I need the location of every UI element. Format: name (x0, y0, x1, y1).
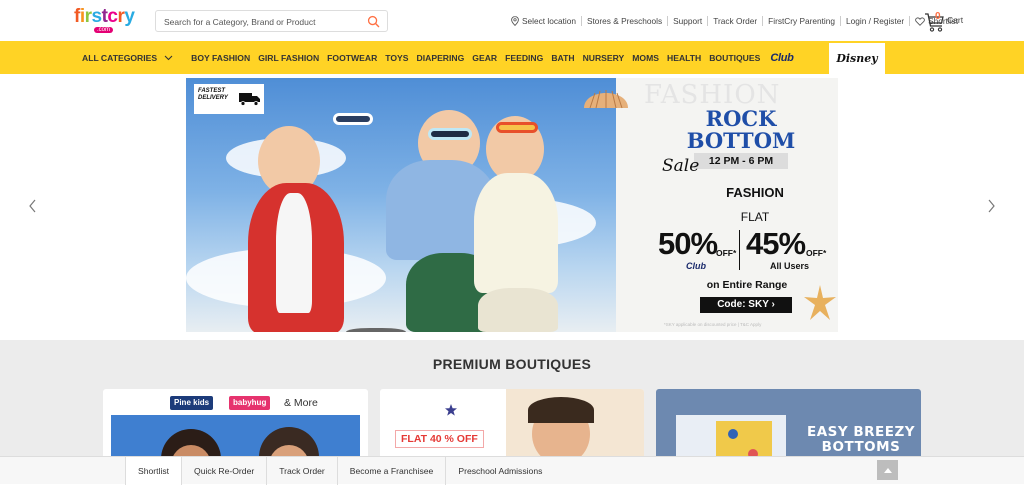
club-discount: 50% (658, 226, 718, 261)
starfish-icon (804, 285, 836, 320)
logo-wordmark: firstcry (74, 6, 135, 27)
firstcry-logo[interactable]: firstcry .com (74, 6, 135, 37)
nav-boutiques[interactable]: BOUTIQUES (709, 53, 760, 63)
nav-diapering[interactable]: DIAPERING (417, 53, 465, 63)
select-location-link[interactable]: Select location (506, 16, 582, 26)
delivery-truck-icon (239, 93, 260, 106)
offer-panel: FASHION ROCK BOTTOM 12 PM - 6 PM Sale FA… (584, 78, 838, 332)
fastest-delivery-text: FASTEST DELIVERY (198, 88, 228, 101)
sale-title-line1: ROCK (705, 106, 777, 131)
nav-club-logo[interactable]: Club (770, 52, 794, 64)
chevron-down-icon (164, 55, 173, 60)
nav-girl-fashion[interactable]: GIRL FASHION (258, 53, 319, 63)
offer-divider (739, 230, 740, 270)
stores-preschools-link[interactable]: Stores & Preschools (582, 16, 669, 26)
top-header: firstcry .com Select location Stores & P… (0, 0, 1024, 41)
nav-toys[interactable]: TOYS (385, 53, 408, 63)
brand-more: & More (284, 397, 318, 409)
search-box (155, 10, 388, 32)
login-register-link[interactable]: Login / Register (841, 16, 911, 26)
seashell-icon (584, 90, 628, 109)
fine-print: *SKY applicable on discounted price | T&… (664, 322, 762, 327)
logo-letter: r (84, 6, 92, 27)
sale-word: Sale (662, 156, 700, 176)
all-users-discount: 45% (746, 226, 806, 261)
sale-title-line2: BOTTOM (686, 128, 796, 153)
nav-nursery[interactable]: NURSERY (583, 53, 625, 63)
support-link[interactable]: Support (668, 16, 709, 26)
bottom-tab-franchisee[interactable]: Become a Franchisee (338, 457, 447, 485)
card3-headline-line1: EASY BREEZY (806, 424, 916, 440)
brand-tag-babyhug: babyhug (229, 396, 271, 410)
offer-category: FASHION (726, 185, 784, 200)
nav-gear[interactable]: GEAR (472, 53, 497, 63)
hero-banner[interactable]: FASTEST DELIVERY FASHION ROCK BOTTOM 12 … (186, 78, 838, 332)
bottom-tab-track-order[interactable]: Track Order (267, 457, 338, 485)
bottom-tab-shortlist[interactable]: Shortlist (125, 457, 183, 485)
logo-letter: y (124, 6, 135, 27)
select-location-label: Select location (522, 16, 576, 26)
nav-all-categories-label: ALL CATEGORIES (82, 52, 158, 63)
section-title: PREMIUM BOUTIQUES (432, 356, 592, 372)
offer-badge: FLAT 40 % OFF (395, 430, 484, 448)
nav-boy-fashion[interactable]: BOY FASHION (191, 53, 250, 63)
bottom-tab-quick-reorder[interactable]: Quick Re-Order (182, 457, 268, 485)
banner-photo (186, 78, 636, 332)
firstcry-parenting-link[interactable]: FirstCry Parenting (763, 16, 842, 26)
cart-button[interactable]: 0 Cart (924, 10, 974, 34)
offer-flat: FLAT (740, 210, 770, 224)
track-order-link[interactable]: Track Order (708, 16, 764, 26)
search-icon[interactable] (367, 15, 380, 28)
sale-time: 12 PM - 6 PM (694, 153, 788, 169)
scroll-to-top-button[interactable] (877, 460, 898, 480)
logo-suffix: .com (94, 27, 114, 33)
club-off-label: OFF* (716, 248, 737, 258)
cart-label: Cart (947, 15, 964, 25)
location-pin-icon (511, 16, 519, 26)
nav-feeding[interactable]: FEEDING (505, 53, 543, 63)
nav-health[interactable]: HEALTH (667, 53, 701, 63)
card3-headline: EASY BREEZY BOTTOMS (806, 425, 916, 455)
all-users-off-label: OFF* (806, 248, 827, 258)
logo-letter: c (107, 6, 118, 27)
all-users-label: All Users (770, 261, 810, 271)
club-tag: Club (686, 261, 706, 271)
brand-tag-pinekids: Pine kids (170, 396, 214, 410)
nav-footwear[interactable]: FOOTWEAR (327, 53, 377, 63)
nav-bath[interactable]: BATH (551, 53, 574, 63)
nav-moms[interactable]: MOMS (632, 53, 659, 63)
disney-wordmark: Disney (836, 52, 878, 65)
bottom-tab-preschool[interactable]: Preschool Admissions (446, 457, 554, 485)
coupon-code: Code: SKY › (700, 297, 792, 313)
bottom-quick-bar: Shortlist Quick Re-Order Track Order Bec… (0, 456, 1024, 485)
search-input[interactable] (164, 14, 364, 29)
arrow-up-icon (883, 467, 892, 473)
nav-all-categories[interactable]: ALL CATEGORIES (82, 53, 173, 63)
card3-headline-line2: BOTTOMS (821, 439, 901, 455)
cart-count: 0 (935, 11, 941, 22)
carousel-prev-icon[interactable] (28, 199, 38, 213)
carousel-next-icon[interactable] (986, 199, 996, 213)
star-icon (445, 404, 457, 416)
fastest-delivery-badge: FASTEST DELIVERY (194, 84, 264, 114)
logo-letter: s (91, 6, 103, 27)
nav-disney-logo[interactable]: Disney (829, 43, 885, 74)
top-links: Select location Stores & Preschools Supp… (506, 14, 963, 28)
